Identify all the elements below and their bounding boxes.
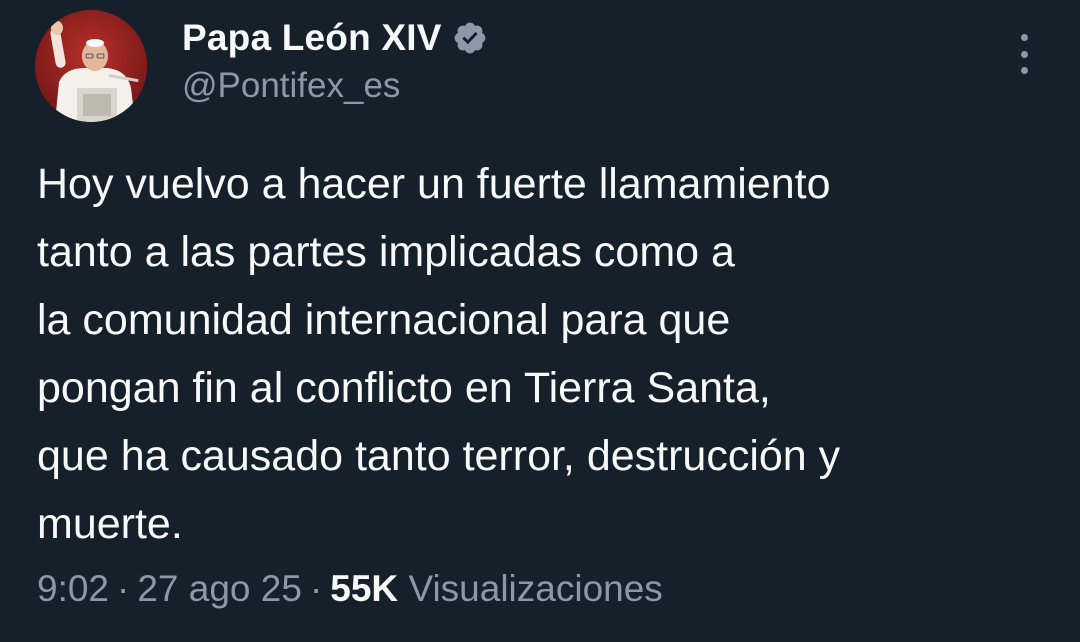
views-label[interactable]: Visualizaciones — [408, 568, 662, 609]
meta-separator: · — [117, 568, 130, 609]
author-name-row[interactable]: Papa León XIV — [182, 14, 488, 62]
tweet-time[interactable]: 9:02 — [37, 568, 109, 609]
more-dot — [1020, 67, 1028, 74]
tweet-text-line: que ha causado tanto terror, destrucción… — [37, 432, 841, 480]
views-count[interactable]: 55K — [330, 568, 398, 609]
tweet-date[interactable]: 27 ago 25 — [137, 568, 302, 609]
display-name[interactable]: Papa León XIV — [182, 17, 442, 59]
tweet-text-line: muerte. — [37, 500, 183, 548]
tweet-text-line: tanto a las partes implicadas como a — [37, 228, 735, 276]
tweet-meta: 9:02 · 27 ago 25 · 55K Visualizaciones — [37, 568, 663, 610]
tweet-card: Papa León XIV @Pontifex_es Hoy vuelvo a … — [0, 0, 1080, 642]
tweet-text-line: la comunidad internacional para que — [37, 296, 731, 344]
user-handle[interactable]: @Pontifex_es — [182, 66, 400, 106]
tweet-text-line: Hoy vuelvo a hacer un fuerte llamamiento — [37, 160, 831, 208]
avatar[interactable] — [35, 10, 147, 122]
more-dot — [1020, 50, 1028, 58]
avatar-photo — [35, 10, 147, 122]
tweet-text-line: pongan fin al conflicto en Tierra Santa, — [37, 364, 771, 412]
more-dot — [1020, 34, 1028, 41]
more-options-icon[interactable] — [1010, 34, 1038, 74]
meta-separator: · — [309, 568, 323, 609]
tweet-text: Hoy vuelvo a hacer un fuerte llamamiento… — [37, 150, 1047, 558]
verified-badge-icon — [452, 20, 488, 56]
